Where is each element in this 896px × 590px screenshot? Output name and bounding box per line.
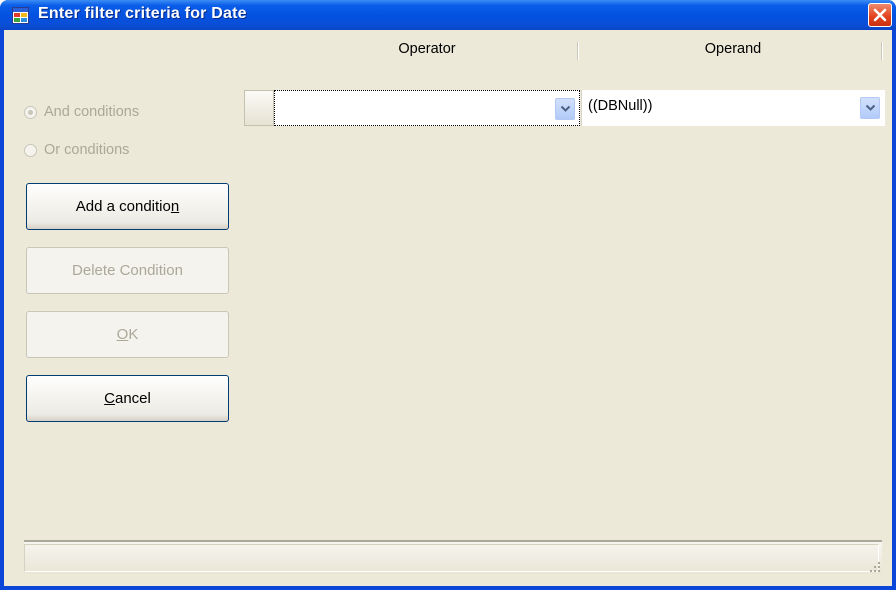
title-bar[interactable]: Enter filter criteria for Date — [0, 0, 896, 30]
ok-text: K — [128, 326, 139, 343]
or-conditions-label: Or conditions — [44, 142, 130, 158]
cancel-text: ancel — [114, 390, 151, 407]
operand-value: ((DBNull)) — [588, 98, 653, 114]
column-header-operator[interactable]: Operator — [274, 36, 580, 62]
delete-condition-label: Delete Condition — [72, 262, 183, 279]
cancel-button[interactable]: Cancel — [26, 375, 229, 422]
column-divider[interactable] — [577, 42, 579, 60]
column-header-operand[interactable]: Operand — [581, 36, 885, 62]
row-selector[interactable] — [244, 90, 274, 126]
app-window-icon — [12, 7, 29, 24]
status-bar — [24, 540, 882, 574]
operand-dropdown-button[interactable] — [860, 97, 880, 119]
cancel-mnemonic: C — [104, 390, 115, 407]
ok-button[interactable]: OK — [26, 311, 229, 358]
add-condition-mnemonic: n — [170, 198, 180, 215]
resize-grip-icon[interactable] — [868, 560, 882, 574]
and-conditions-radio[interactable]: And conditions — [24, 102, 139, 122]
ok-mnemonic: O — [116, 326, 129, 343]
and-conditions-label: And conditions — [44, 104, 140, 120]
chevron-down-icon — [865, 104, 876, 111]
radio-dot — [24, 143, 37, 157]
delete-condition-button[interactable]: Delete Condition — [26, 247, 229, 294]
add-condition-button[interactable]: Add a condition — [26, 183, 229, 230]
close-icon — [873, 8, 887, 22]
add-condition-label: Add a condition — [76, 198, 179, 215]
status-panel — [24, 544, 879, 572]
operator-dropdown-button[interactable] — [555, 98, 575, 120]
or-conditions-radio[interactable]: Or conditions — [24, 140, 129, 160]
window-title: Enter filter criteria for Date — [38, 5, 247, 22]
add-condition-text: Add a conditio — [75, 198, 171, 215]
filter-dialog: Enter filter criteria for Date And condi… — [0, 0, 896, 590]
radio-dot-checked — [24, 105, 37, 119]
chevron-down-icon — [560, 105, 571, 112]
ok-label: OK — [117, 326, 139, 343]
cancel-label: Cancel — [104, 390, 151, 407]
operator-cell[interactable] — [274, 90, 580, 126]
dialog-client-area: And conditions Or conditions Add a condi… — [4, 30, 892, 586]
close-button[interactable] — [868, 3, 892, 27]
operand-cell[interactable]: ((DBNull)) — [581, 90, 885, 126]
column-divider[interactable] — [881, 42, 883, 60]
